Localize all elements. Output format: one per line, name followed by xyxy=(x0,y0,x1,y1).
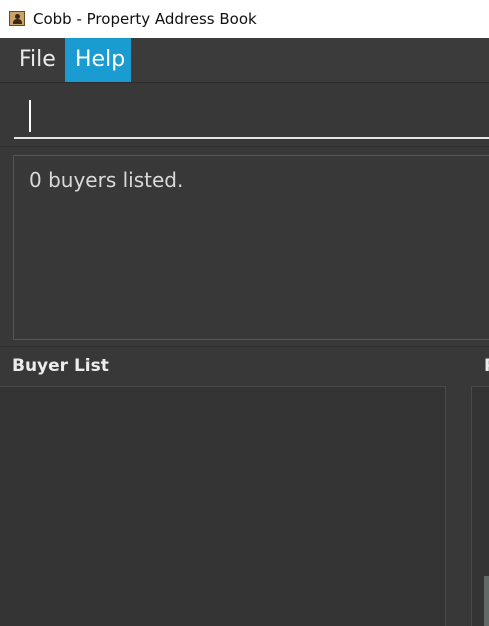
address-book-icon xyxy=(9,11,25,26)
buyer-list-title: Buyer List xyxy=(12,356,109,376)
result-display[interactable]: 0 buyers listed. xyxy=(13,155,489,340)
result-message: 0 buyers listed. xyxy=(29,168,184,192)
text-caret xyxy=(29,100,31,132)
divider xyxy=(0,346,489,347)
menu-file[interactable]: File xyxy=(9,38,66,82)
divider xyxy=(0,146,489,147)
window-titlebar: Cobb - Property Address Book xyxy=(0,0,489,38)
buyer-list[interactable] xyxy=(0,386,446,626)
command-input[interactable] xyxy=(14,97,489,139)
property-list-title: P xyxy=(484,356,489,376)
menu-help[interactable]: Help xyxy=(65,38,131,82)
menu-bar: File Help xyxy=(0,38,489,83)
window-title: Cobb - Property Address Book xyxy=(33,10,257,28)
app-icon-shoulders xyxy=(13,19,22,24)
command-area xyxy=(0,83,489,146)
property-list-scrollbar[interactable] xyxy=(484,576,489,626)
